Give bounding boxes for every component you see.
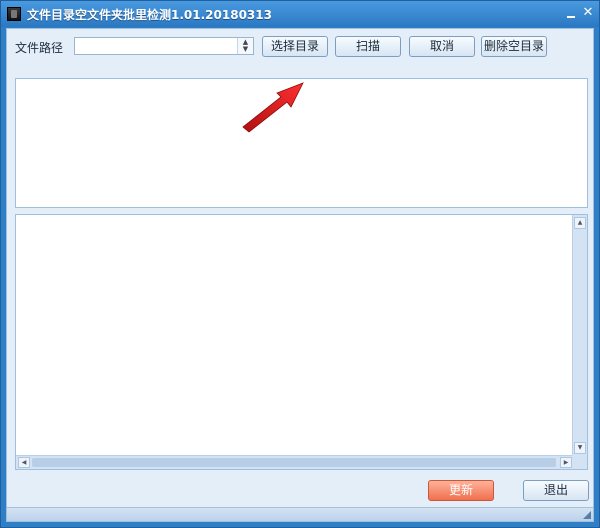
select-directory-button[interactable]: 选择目录 [262,36,328,57]
path-label: 文件路径 [15,41,64,55]
scrollbar-corner [572,455,587,469]
log-panel[interactable] [15,78,588,208]
minimize-icon[interactable] [563,5,579,21]
app-icon [7,7,21,21]
horizontal-scroll-thumb[interactable] [32,458,556,467]
status-bar [7,507,593,521]
results-list[interactable]: ▲ ▼ ◀ ▶ [15,214,588,470]
title-bar[interactable]: 文件目录空文件夹批里检测1.01.20180313 ✕ [1,1,599,27]
scan-button[interactable]: 扫描 [335,36,401,57]
path-combobox[interactable]: ▲ ▼ [74,37,254,55]
updown-arrows-icon[interactable]: ▲ ▼ [237,38,253,54]
refresh-button[interactable]: 更新 [428,480,494,501]
delete-empty-dirs-button[interactable]: 删除空目录 [481,36,547,57]
scroll-up-icon[interactable]: ▲ [574,217,586,229]
window-title: 文件目录空文件夹批里检测1.01.20180313 [27,8,272,22]
resize-grip-icon[interactable] [583,511,591,519]
main-panel: 文件路径 ▲ ▼ 选择目录 扫描 取消 删除空目录 ▲ ▼ ◀ ▶ 更新 退出 [6,28,594,522]
scroll-down-icon[interactable]: ▼ [574,442,586,454]
vertical-scrollbar[interactable]: ▲ ▼ [572,215,587,456]
path-input[interactable] [75,38,237,54]
close-icon[interactable]: ✕ [580,5,596,21]
cancel-button[interactable]: 取消 [409,36,475,57]
app-window: 文件目录空文件夹批里检测1.01.20180313 ✕ 文件路径 ▲ ▼ 选择目录… [0,0,600,528]
horizontal-scrollbar[interactable]: ◀ ▶ [16,455,574,469]
exit-button[interactable]: 退出 [523,480,589,501]
scroll-left-icon[interactable]: ◀ [18,457,30,468]
scroll-right-icon[interactable]: ▶ [560,457,572,468]
